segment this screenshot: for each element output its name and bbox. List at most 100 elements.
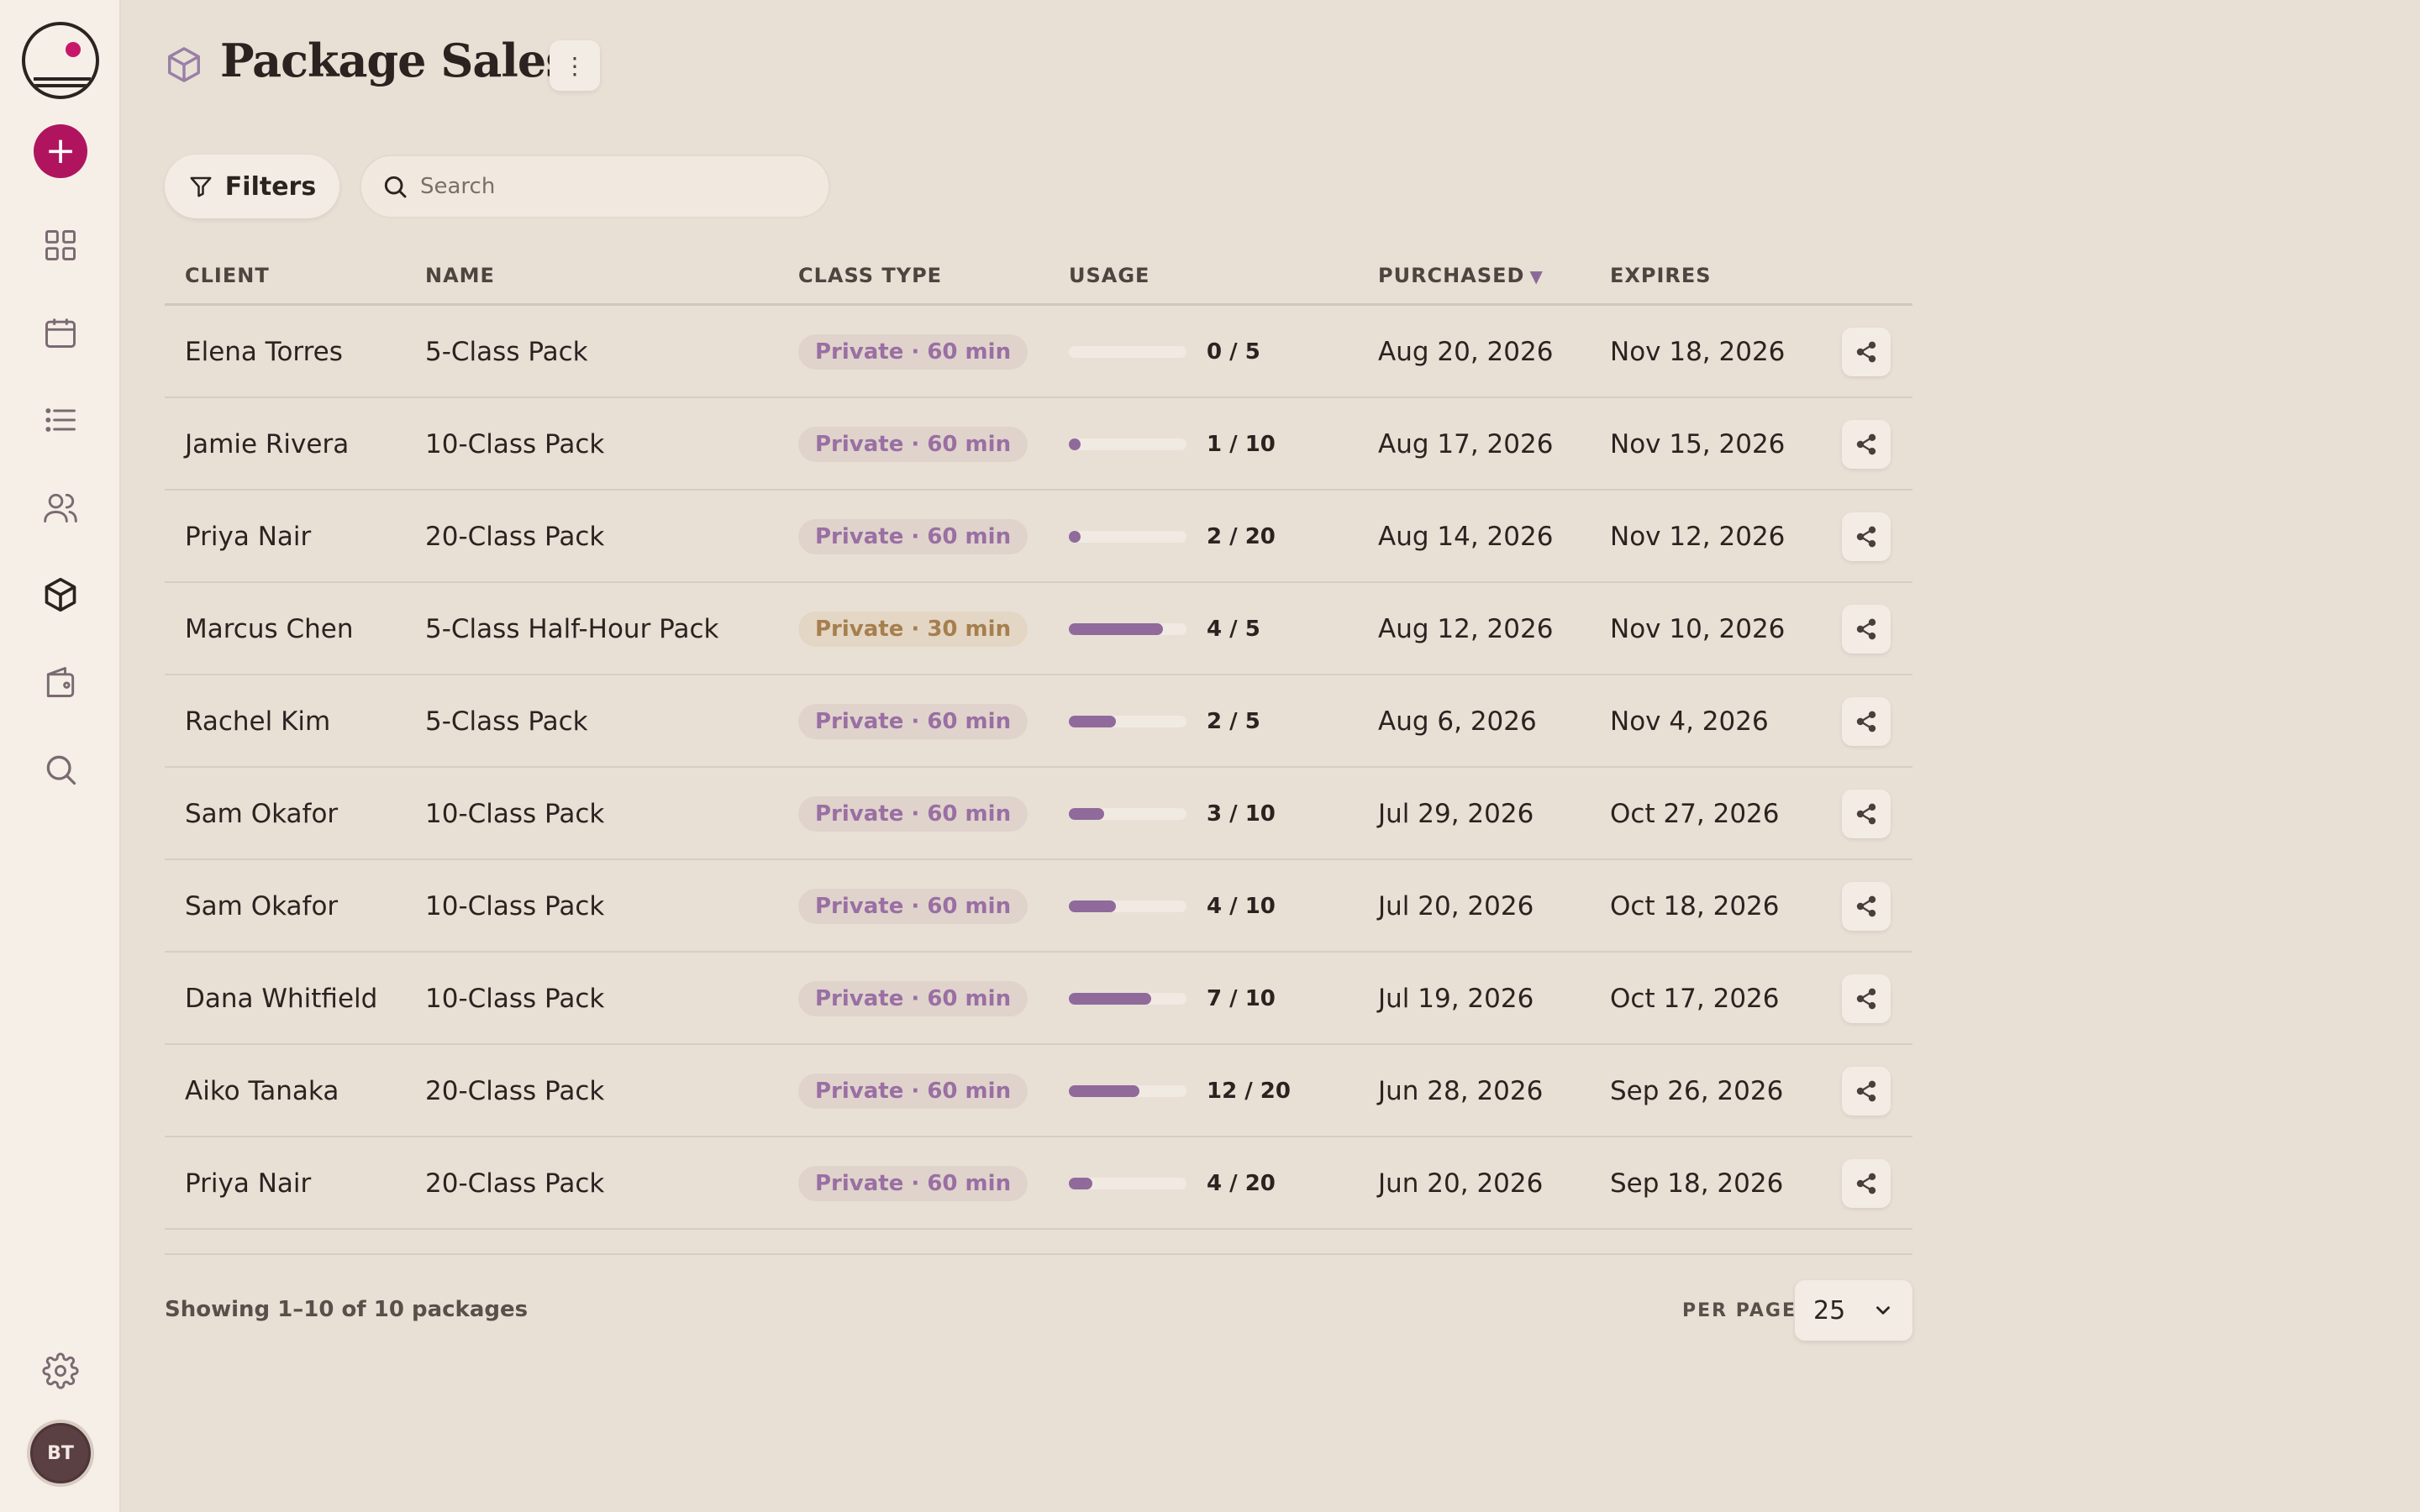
class-type-cell: Private · 60 min — [798, 953, 1028, 1045]
column-header-client[interactable]: CLIENT — [185, 264, 270, 287]
share-button[interactable] — [1842, 512, 1891, 561]
usage-count: 1 / 10 — [1207, 432, 1276, 457]
actions-cell — [1842, 306, 1891, 398]
package-name-cell: 5-Class Pack — [425, 337, 588, 367]
share-button[interactable] — [1842, 882, 1891, 931]
sidebar-item-clients[interactable] — [37, 484, 84, 531]
client-cell[interactable]: Jamie Rivera — [185, 398, 349, 491]
share-button[interactable] — [1842, 328, 1891, 376]
sidebar-item-search[interactable] — [37, 746, 84, 793]
package-name-cell: 10-Class Pack — [425, 799, 605, 829]
usage-bar — [1069, 438, 1186, 450]
share-button[interactable] — [1842, 1159, 1891, 1208]
usage-bar-fill — [1069, 716, 1116, 727]
actions-cell — [1842, 860, 1891, 953]
usage-count: 4 / 5 — [1207, 617, 1260, 642]
client-cell[interactable]: Priya Nair — [185, 491, 311, 583]
class-type-cell: Private · 60 min — [798, 675, 1028, 768]
table-row[interactable]: Elena Torres 5-Class Pack Private · 60 min… — [165, 306, 1912, 398]
purchased-date-cell: Aug 17, 2026 — [1378, 429, 1554, 459]
usage-cell: 4 / 20 — [1069, 1137, 1276, 1230]
table-row[interactable]: Priya Nair 20-Class Pack Private · 60 min 2… — [165, 491, 1912, 583]
client-cell[interactable]: Dana Whitfield — [185, 953, 377, 1045]
client-cell[interactable]: Elena Torres — [185, 306, 343, 398]
share-button[interactable] — [1842, 974, 1891, 1023]
expires-date-cell: Nov 4, 2026 — [1610, 706, 1769, 737]
studio-logo[interactable] — [22, 22, 99, 99]
add-button[interactable]: + — [34, 124, 87, 178]
column-header-purchased[interactable]: PURCHASED ▼ — [1378, 264, 1544, 287]
table-row[interactable]: Sam Okafor 10-Class Pack Private · 60 min 3… — [165, 768, 1912, 860]
sidebar-item-calendar[interactable] — [37, 309, 84, 356]
usage-count: 7 / 10 — [1207, 986, 1276, 1011]
client-cell[interactable]: Sam Okafor — [185, 768, 338, 860]
class-type-cell: Private · 60 min — [798, 491, 1028, 583]
share-button[interactable] — [1842, 790, 1891, 838]
pagination-summary: Showing 1–10 of 10 packages — [165, 1297, 529, 1322]
usage-bar — [1069, 716, 1186, 727]
usage-count: 4 / 10 — [1207, 894, 1276, 919]
package-name-cell: 20-Class Pack — [425, 522, 605, 552]
class-type-badge: Private · 60 min — [798, 889, 1028, 924]
sidebar-item-wallet[interactable] — [37, 659, 84, 706]
actions-cell — [1842, 491, 1891, 583]
class-type-badge: Private · 30 min — [798, 612, 1028, 647]
usage-bar-fill — [1069, 438, 1081, 450]
column-header-name[interactable]: NAME — [425, 264, 495, 287]
client-cell[interactable]: Priya Nair — [185, 1137, 311, 1230]
usage-count: 0 / 5 — [1207, 339, 1260, 365]
share-button[interactable] — [1842, 697, 1891, 746]
table-row[interactable]: Marcus Chen 5-Class Half-Hour Pack Private… — [165, 583, 1912, 675]
usage-bar — [1069, 346, 1186, 358]
sidebar: + BT — [0, 0, 121, 1512]
class-type-badge: Private · 60 min — [798, 519, 1028, 554]
usage-count: 4 / 20 — [1207, 1171, 1276, 1196]
share-button[interactable] — [1842, 605, 1891, 654]
class-type-badge: Private · 60 min — [798, 1166, 1028, 1201]
column-header-class-type[interactable]: CLASS TYPE — [798, 264, 942, 287]
purchased-date-cell: Aug 14, 2026 — [1378, 522, 1554, 552]
table-row[interactable]: Aiko Tanaka 20-Class Pack Private · 60 min… — [165, 1045, 1912, 1137]
table-row[interactable]: Dana Whitfield 10-Class Pack Private · 60 … — [165, 953, 1912, 1045]
sidebar-item-packages[interactable] — [37, 571, 84, 618]
filters-button[interactable]: Filters — [165, 155, 339, 218]
table-row[interactable]: Sam Okafor 10-Class Pack Private · 60 min 4… — [165, 860, 1912, 953]
client-cell[interactable]: Sam Okafor — [185, 860, 338, 953]
table-row[interactable]: Priya Nair 20-Class Pack Private · 60 min 4… — [165, 1137, 1912, 1230]
class-type-badge: Private · 60 min — [798, 1074, 1028, 1109]
package-sales-table: CLIENT NAME CLASS TYPE USAGE PURCHASED ▼ … — [165, 252, 1912, 1255]
expires-date-cell: Oct 17, 2026 — [1610, 984, 1780, 1014]
usage-count: 2 / 5 — [1207, 709, 1260, 734]
client-cell[interactable]: Aiko Tanaka — [185, 1045, 339, 1137]
client-cell[interactable]: Rachel Kim — [185, 675, 330, 768]
usage-count: 12 / 20 — [1207, 1079, 1291, 1104]
sidebar-item-dashboard[interactable] — [37, 222, 84, 269]
per-page-select[interactable]: 25 — [1795, 1280, 1912, 1341]
search-field[interactable] — [360, 155, 830, 218]
sidebar-item-settings[interactable] — [37, 1347, 84, 1394]
package-name-cell: 5-Class Pack — [425, 706, 588, 737]
user-avatar[interactable]: BT — [27, 1420, 94, 1487]
package-name-cell: 5-Class Half-Hour Pack — [425, 614, 719, 644]
class-type-cell: Private · 60 min — [798, 768, 1028, 860]
usage-bar — [1069, 1085, 1186, 1097]
clients-icon — [44, 493, 77, 522]
share-button[interactable] — [1842, 1067, 1891, 1116]
sidebar-item-list[interactable] — [37, 396, 84, 444]
expires-date-cell: Sep 18, 2026 — [1610, 1168, 1784, 1199]
usage-bar — [1069, 900, 1186, 912]
actions-cell — [1842, 583, 1891, 675]
search-input[interactable] — [420, 174, 790, 199]
purchased-date-cell: Jul 19, 2026 — [1378, 984, 1534, 1014]
column-header-usage[interactable]: USAGE — [1069, 264, 1150, 287]
expires-date-cell: Nov 18, 2026 — [1610, 337, 1786, 367]
client-cell[interactable]: Marcus Chen — [185, 583, 354, 675]
share-button[interactable] — [1842, 420, 1891, 469]
page-menu-button[interactable]: ⋮ — [550, 40, 600, 91]
column-header-expires[interactable]: EXPIRES — [1610, 264, 1712, 287]
table-row[interactable]: Rachel Kim 5-Class Pack Private · 60 min 2 … — [165, 675, 1912, 768]
column-header-purchased-label: PURCHASED — [1378, 264, 1525, 287]
table-row[interactable]: Jamie Rivera 10-Class Pack Private · 60 mi… — [165, 398, 1912, 491]
class-type-cell: Private · 30 min — [798, 583, 1028, 675]
usage-count: 3 / 10 — [1207, 801, 1276, 827]
